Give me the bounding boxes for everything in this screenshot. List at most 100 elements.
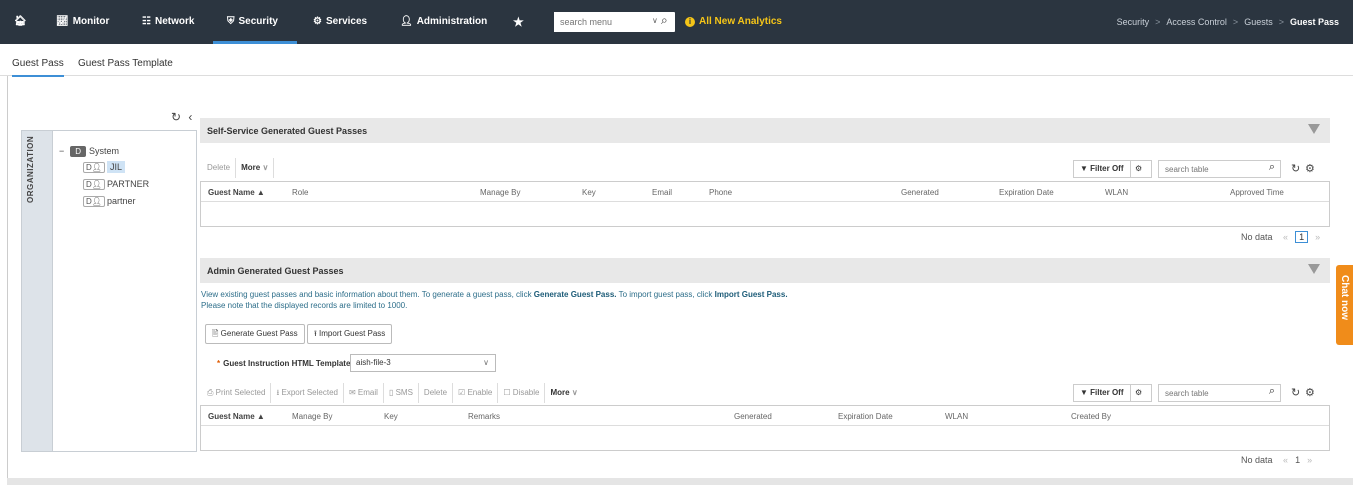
self-service-pager: No data « 1 » [1241, 231, 1323, 243]
self-service-toolbar: Delete More ∨ [202, 158, 275, 178]
envelope-icon: ✉ [348, 388, 356, 397]
tab-guest-pass-template[interactable]: Guest Pass Template [78, 58, 173, 75]
column-guest-name[interactable]: Guest Name ▲ [208, 412, 265, 421]
collapse-left-icon[interactable]: ‹ [188, 110, 192, 124]
refresh-icon[interactable]: ↻ [1291, 386, 1300, 399]
chat-now-tab[interactable]: Chat now [1336, 265, 1353, 345]
column-generated[interactable]: Generated [734, 412, 772, 421]
tree-node-partner-lower[interactable]: D👤︎ partner [83, 196, 135, 207]
column-phone[interactable]: Phone [709, 188, 732, 197]
collapse-triangle-icon[interactable] [1308, 264, 1320, 274]
column-manage-by[interactable]: Manage By [480, 188, 520, 197]
chevron-down-icon: ∨ [483, 358, 489, 367]
gear-icon[interactable]: ⚙ [1305, 162, 1315, 175]
more-dropdown[interactable]: More ∨ [545, 383, 582, 403]
refresh-icon[interactable]: ↻ [171, 110, 181, 124]
next-page-icon[interactable]: » [1315, 232, 1320, 242]
search-menu-input[interactable] [554, 12, 649, 32]
admin-search[interactable]: ⌕ [1158, 384, 1281, 402]
gear-icon[interactable]: ⚙ [1305, 386, 1315, 399]
search-table-input[interactable] [1159, 161, 1259, 177]
column-key[interactable]: Key [582, 188, 596, 197]
generate-guest-pass-button[interactable]: 🖹︎ Generate Guest Pass [205, 324, 305, 344]
search-icon[interactable]: ⌕ [1269, 161, 1275, 174]
import-guest-pass-button[interactable]: ⭱ Import Guest Pass [307, 324, 393, 344]
column-expiration-date[interactable]: Expiration Date [999, 188, 1054, 197]
chat-now-label: Chat now [1339, 275, 1350, 320]
column-created-by[interactable]: Created By [1071, 412, 1111, 421]
breadcrumb-guests[interactable]: Guests [1244, 17, 1273, 27]
page-tabs: Guest Pass Guest Pass Template [0, 44, 1353, 77]
breadcrumb-access-control[interactable]: Access Control [1166, 17, 1227, 27]
page-number[interactable]: 1 [1295, 455, 1300, 465]
delete-button[interactable]: Delete [419, 383, 454, 403]
tab-guest-pass[interactable]: Guest Pass [12, 58, 64, 77]
domain-badge: D [70, 146, 87, 157]
prev-page-icon[interactable]: « [1283, 455, 1288, 465]
collapse-minus-icon[interactable]: − [59, 146, 64, 156]
email-button[interactable]: ✉ Email [344, 383, 384, 403]
filter-off-button[interactable]: ▼ Filter Off [1073, 160, 1131, 178]
column-wlan[interactable]: WLAN [945, 412, 968, 421]
prev-page-icon[interactable]: « [1283, 232, 1288, 242]
sms-button[interactable]: ▯ SMS [384, 383, 419, 403]
column-key[interactable]: Key [384, 412, 398, 421]
upload-icon: ⭱ [314, 329, 317, 338]
table-header: Guest Name ▲ Role Manage By Key Email Ph… [201, 182, 1329, 202]
column-approved-time[interactable]: Approved Time [1230, 188, 1284, 197]
gears-icon: ⚙ [313, 16, 322, 27]
tree-node-label: JIL [106, 161, 125, 173]
next-page-icon[interactable]: » [1307, 455, 1312, 465]
chevron-down-icon[interactable]: ∨ [652, 16, 658, 25]
export-icon: ⭳ [276, 388, 280, 397]
admin-section-header[interactable]: Admin Generated Guest Passes [200, 258, 1330, 283]
breadcrumb-security[interactable]: Security [1117, 17, 1150, 27]
disable-button[interactable]: ☐ Disable [498, 383, 546, 403]
search-icon[interactable]: ⌕ [661, 13, 668, 28]
export-selected-button[interactable]: ⭳ Export Selected [271, 383, 344, 403]
home-icon[interactable]: 🏠︎ [14, 0, 27, 44]
required-asterisk: * [217, 359, 221, 368]
refresh-icon[interactable]: ↻ [1291, 162, 1300, 175]
self-service-section-header[interactable]: Self-Service Generated Guest Passes [200, 118, 1330, 143]
page-number[interactable]: 1 [1295, 231, 1309, 243]
import-guest-pass-link[interactable]: Import Guest Pass. [715, 290, 788, 299]
favorites-star-icon[interactable]: ★ [513, 0, 524, 44]
nav-monitor[interactable]: 📈︎ Monitor [56, 0, 109, 44]
tree-node-partner-upper[interactable]: D👤︎ PARTNER [83, 179, 149, 190]
all-new-analytics-link[interactable]: i All New Analytics [685, 0, 782, 44]
filter-off-button[interactable]: ▼ Filter Off [1073, 384, 1131, 402]
checked-box-icon: ☑ [458, 388, 466, 397]
column-role[interactable]: Role [292, 188, 308, 197]
organization-strip[interactable]: ORGANIZATION [21, 130, 53, 452]
column-wlan[interactable]: WLAN [1105, 188, 1128, 197]
column-email[interactable]: Email [652, 188, 672, 197]
column-manage-by[interactable]: Manage By [292, 412, 332, 421]
admin-toolbar: ⎙ Print Selected ⭳ Export Selected ✉ Email… [202, 383, 583, 403]
bottom-scroll-bar[interactable] [7, 478, 1353, 485]
nav-security[interactable]: ⛨ Security [213, 0, 297, 44]
enable-button[interactable]: ☑ Enable [453, 383, 499, 403]
collapse-triangle-icon[interactable] [1308, 124, 1320, 134]
filter-settings-gear-icon[interactable]: ⚙ [1130, 384, 1152, 402]
nav-services[interactable]: ⚙ Services [313, 0, 367, 44]
delete-button[interactable]: Delete [202, 158, 237, 178]
column-expiration-date[interactable]: Expiration Date [838, 412, 893, 421]
nav-administration[interactable]: 👤︎ Administration [400, 0, 487, 44]
search-icon[interactable]: ⌕ [1269, 385, 1275, 398]
search-menu-box[interactable]: ∨ ⌕ [554, 12, 675, 32]
search-table-input[interactable] [1159, 385, 1259, 401]
more-dropdown[interactable]: More ∨ [236, 158, 275, 178]
filter-settings-gear-icon[interactable]: ⚙ [1130, 160, 1152, 178]
generate-guest-pass-link[interactable]: Generate Guest Pass. [534, 290, 617, 299]
column-guest-name[interactable]: Guest Name ▲ [208, 188, 265, 197]
print-selected-button[interactable]: ⎙ Print Selected [202, 383, 272, 403]
column-remarks[interactable]: Remarks [468, 412, 500, 421]
nav-network[interactable]: ☷ Network [142, 0, 194, 44]
breadcrumb: Security > Access Control > Guests > Guest Pas… [1117, 0, 1339, 44]
self-service-search[interactable]: ⌕ [1158, 160, 1281, 178]
column-generated[interactable]: Generated [901, 188, 939, 197]
tree-node-jil[interactable]: D👤︎ JIL [83, 161, 125, 173]
tree-root-node[interactable]: − D System [59, 146, 119, 157]
template-select[interactable]: aish-file-3 ∨ [350, 354, 496, 372]
